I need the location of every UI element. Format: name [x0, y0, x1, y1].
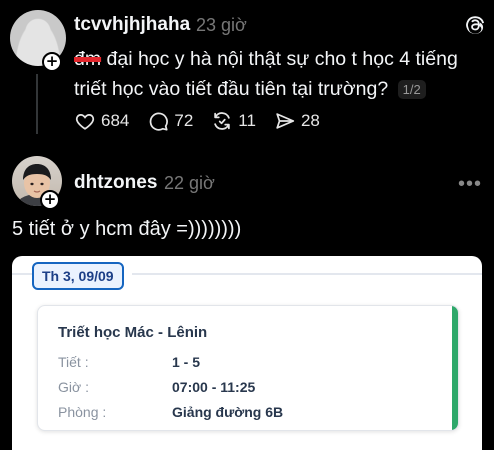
lesson-row-label: Giờ : — [58, 379, 89, 395]
share-count: 28 — [300, 111, 320, 130]
lesson-row-value: 07:00 - 11:25 — [172, 379, 256, 395]
thread-connector-line — [36, 74, 38, 134]
like-count: 684 — [101, 111, 130, 130]
repost-icon — [214, 112, 231, 130]
more-options-icon[interactable]: ••• — [458, 173, 482, 196]
heart-icon — [75, 113, 95, 130]
lesson-row-label: Tiết : — [58, 354, 89, 370]
schedule-date-badge: Th 3, 09/09 — [32, 262, 124, 290]
repost-button[interactable]: 11 — [211, 110, 256, 132]
lesson-status-bar — [452, 306, 458, 430]
post-timestamp: 23 giờ — [196, 15, 247, 35]
image-pager-badge: 1/2 — [397, 80, 426, 100]
thread-post-original: + tcvvhjhjhaha 23 giờ đm đại học y hà nộ… — [0, 0, 494, 150]
reply-timestamp: 22 giờ — [164, 173, 215, 193]
post-actions: 684 72 11 28 — [74, 108, 338, 134]
lesson-row-value: 1 - 5 — [172, 354, 201, 370]
repost-count: 11 — [238, 111, 256, 130]
lesson-subject: Triết học Mác - Lênin — [58, 324, 208, 341]
post-username[interactable]: tcvvhjhjhaha — [74, 14, 190, 36]
post-text: đm đại học y hà nội thật sự cho t học 4 … — [74, 44, 486, 104]
follow-plus-icon[interactable]: + — [40, 190, 60, 210]
schedule-image-attachment[interactable]: Th 3, 09/09 Triết học Mác - Lênin Tiết :… — [12, 256, 482, 450]
like-button[interactable]: 684 — [74, 110, 129, 132]
redacted-word: đm — [74, 48, 102, 70]
lesson-row-value: Giảng đường 6B — [172, 404, 284, 420]
comment-bubble-icon — [150, 112, 169, 131]
comment-button[interactable]: 72 — [147, 110, 193, 132]
date-divider — [132, 273, 482, 275]
date-divider — [12, 273, 32, 275]
lesson-row-label: Phòng : — [58, 404, 107, 420]
lesson-card: Triết học Mác - Lênin Tiết : 1 - 5 Giờ :… — [37, 305, 459, 431]
follow-plus-icon[interactable]: + — [42, 52, 62, 72]
send-icon — [276, 113, 295, 129]
threads-logo-icon[interactable] — [464, 14, 486, 36]
reply-text: 5 tiết ở y hcm đây =)))))))) — [12, 218, 242, 240]
share-button[interactable]: 28 — [274, 110, 320, 132]
reply-username[interactable]: dhtzones — [74, 172, 157, 194]
comment-count: 72 — [174, 111, 194, 130]
